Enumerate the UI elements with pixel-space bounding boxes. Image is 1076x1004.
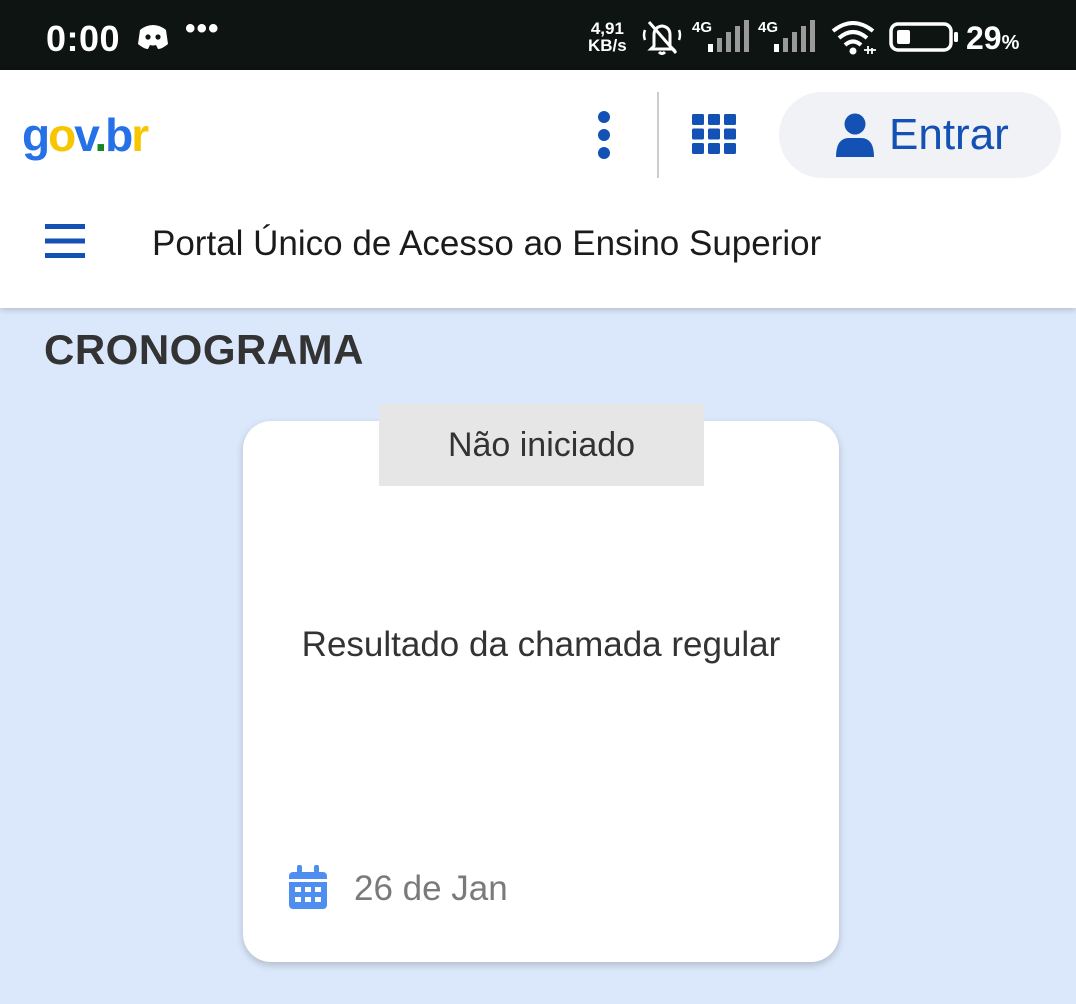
- status-bar: 0:00 ••• 4,91 KB/s 4G 4G 29%: [0, 0, 1076, 70]
- logo-letter: r: [131, 109, 149, 161]
- hamburger-menu-icon[interactable]: [44, 222, 86, 260]
- signal-icon: 4G: [758, 19, 815, 52]
- wifi-icon: [831, 21, 876, 55]
- status-badge: Não iniciado: [379, 404, 704, 486]
- battery-percent-symbol: %: [1001, 32, 1020, 54]
- logo-letter: o: [48, 109, 76, 161]
- network-speed-value: 4,91: [590, 19, 624, 38]
- portal-title[interactable]: Portal Único de Acesso ao Ensino Superio…: [152, 224, 821, 264]
- logo-letter: b: [105, 109, 133, 161]
- site-header: gov.br Entrar Portal Único de Acesso ao …: [0, 70, 1076, 308]
- govbr-logo[interactable]: gov.br: [22, 108, 149, 162]
- network-speed-unit: KB/s: [588, 36, 627, 55]
- login-label: Entrar: [889, 110, 1009, 159]
- calendar-icon: [289, 865, 327, 909]
- discord-icon: [138, 25, 168, 49]
- status-time: 0:00: [46, 18, 121, 59]
- user-icon: [836, 113, 874, 157]
- battery-percent-value: 29: [966, 20, 1002, 56]
- battery-percent: 29%: [966, 20, 1019, 57]
- logo-letter: g: [22, 109, 50, 161]
- mute-icon: [642, 21, 682, 55]
- login-button[interactable]: Entrar: [779, 92, 1061, 178]
- signal2-label: 4G: [758, 19, 778, 36]
- header-divider: [657, 92, 659, 178]
- card-date: 26 de Jan: [354, 869, 508, 908]
- signal-icon: 4G: [692, 19, 749, 52]
- kebab-menu-icon[interactable]: [592, 110, 616, 160]
- logo-letter: v: [74, 109, 96, 161]
- more-notifications-dots: •••: [185, 12, 220, 45]
- apps-grid-icon[interactable]: [692, 114, 736, 154]
- battery-icon: [889, 22, 958, 52]
- card-title: Resultado da chamada regular: [301, 625, 781, 664]
- section-title: CRONOGRAMA: [44, 326, 364, 373]
- logo-letter: .: [94, 109, 107, 161]
- network-speed: 4,91 KB/s: [588, 20, 627, 54]
- schedule-card: Resultado da chamada regular 26 de Jan: [243, 421, 839, 962]
- signal1-label: 4G: [692, 19, 712, 36]
